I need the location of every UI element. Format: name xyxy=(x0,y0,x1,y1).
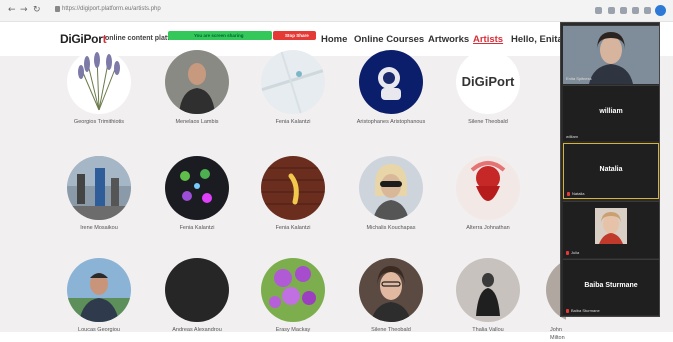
artist-avatar xyxy=(359,156,423,220)
artist-avatar xyxy=(165,156,229,220)
sidebar-icon[interactable] xyxy=(644,7,651,14)
artist-name: Georgios Trimithiotis xyxy=(73,119,125,125)
stop-share-button[interactable]: Stop Share xyxy=(273,31,316,40)
mic-muted-icon xyxy=(566,250,569,255)
artist-avatar xyxy=(261,258,325,322)
avatar-logo-text: DiGiPort xyxy=(462,74,515,89)
participant-video-tile[interactable]: Julia xyxy=(563,201,659,258)
participant-tile[interactable]: william william xyxy=(563,85,659,141)
artist-avatar xyxy=(165,258,229,322)
artist-avatar xyxy=(67,156,131,220)
artist-name: Silene Theobald xyxy=(468,119,508,125)
artist-name: Thalia Vallou xyxy=(472,327,504,333)
artist-avatar xyxy=(261,156,325,220)
participant-name: Natalia xyxy=(599,166,623,173)
artist-card[interactable]: Fenia Kalantzi xyxy=(157,156,237,232)
artist-card[interactable]: Irene Mosaikou xyxy=(59,156,139,232)
artist-card[interactable]: Erasy Mackay xyxy=(253,258,333,334)
artist-avatar xyxy=(261,50,325,114)
artist-avatar xyxy=(456,258,520,322)
participant-tile-active-speaker[interactable]: Natalia Natalia xyxy=(563,143,659,199)
artist-name: Irene Mosaikou xyxy=(80,225,118,231)
participant-label: Baiba Sturmane xyxy=(571,308,600,313)
artist-card[interactable]: Andreas Alexandrou xyxy=(157,258,237,334)
artist-card[interactable]: Menelaos Lambis xyxy=(157,50,237,126)
participant-label: Julia xyxy=(571,250,580,255)
artist-card[interactable]: Aristophanes Aristophanous xyxy=(351,50,431,126)
artist-name: Loucas Georgiou xyxy=(78,327,120,333)
mic-muted-icon xyxy=(566,308,569,313)
artist-card[interactable]: Fenia Kalantzi xyxy=(253,156,333,232)
artist-card[interactable]: Alterra Johnathan xyxy=(448,156,528,232)
nav-artists[interactable]: Artists xyxy=(473,34,503,45)
participant-name: william xyxy=(599,108,623,115)
artist-card[interactable]: Georgios Trimithiotis xyxy=(59,50,139,126)
share-icon[interactable] xyxy=(595,7,602,14)
reload-icon[interactable]: ↻ xyxy=(33,5,41,15)
site-logo[interactable]: DiGiPort xyxy=(60,32,107,46)
artist-name: Alterra Johnathan xyxy=(466,225,510,231)
artist-card[interactable]: DiGiPort Silene Theobald xyxy=(448,50,528,126)
artist-name: Aristophanes Aristophanous xyxy=(356,119,426,125)
artist-avatar xyxy=(456,156,520,220)
artist-name: Fenia Kalantzi xyxy=(275,119,311,125)
artist-card[interactable]: Fenia Kalantzi xyxy=(253,50,333,126)
artist-name: Fenia Kalantzi xyxy=(275,225,311,231)
participant-tile[interactable]: Baiba Sturmane Baiba Sturmane xyxy=(563,259,659,315)
artist-card[interactable]: Silene Theobald xyxy=(351,258,431,334)
nav-user-greeting[interactable]: Hello, Enita xyxy=(511,34,563,45)
forward-icon[interactable]: → xyxy=(20,5,28,15)
extension-icon[interactable] xyxy=(620,7,627,14)
artist-avatar xyxy=(359,50,423,114)
profile-avatar[interactable] xyxy=(655,5,666,16)
nav-home[interactable]: Home xyxy=(321,34,347,45)
artist-name: Menelaos Lambis xyxy=(175,119,219,125)
lock-icon xyxy=(55,6,60,12)
artist-avatar xyxy=(67,258,131,322)
back-icon[interactable]: ← xyxy=(8,5,16,15)
artist-avatar xyxy=(165,50,229,114)
address-bar[interactable]: https://digiport.platform.eu/artists.php xyxy=(62,6,161,12)
participant-label: Enita Spitness xyxy=(566,76,592,81)
browser-toolbar: ← → ↻ https://digiport.platform.eu/artis… xyxy=(0,0,673,22)
artist-name: Andreas Alexandrou xyxy=(172,327,222,333)
meeting-participants-panel: Enita Spitness william william Natalia N… xyxy=(560,22,660,317)
artist-name: Silene Theobald xyxy=(371,327,411,333)
artist-name: John Milton xyxy=(550,327,565,341)
star-icon[interactable] xyxy=(608,7,615,14)
puzzle-icon[interactable] xyxy=(632,7,639,14)
artist-card[interactable]: Thalia Vallou xyxy=(448,258,528,334)
participant-video-tile[interactable]: Enita Spitness xyxy=(563,25,659,84)
participant-label: Natalia xyxy=(572,191,585,196)
artist-avatar: DiGiPort xyxy=(456,50,520,114)
artist-avatar xyxy=(359,258,423,322)
mic-muted-icon xyxy=(567,191,570,196)
participant-name: Baiba Sturmane xyxy=(584,282,638,289)
artist-card[interactable]: Michalis Kouchapas xyxy=(351,156,431,232)
screen-sharing-banner: You are screen sharing xyxy=(168,31,272,40)
artist-name: Michalis Kouchapas xyxy=(366,225,416,231)
artist-name: Fenia Kalantzi xyxy=(179,225,215,231)
nav-online-courses[interactable]: Online Courses xyxy=(354,34,424,45)
artist-avatar xyxy=(67,50,131,114)
artist-card[interactable]: Loucas Georgiou xyxy=(59,258,139,334)
nav-artworks[interactable]: Artworks xyxy=(428,34,469,45)
participant-label: william xyxy=(566,134,578,139)
artist-name: Erasy Mackay xyxy=(275,327,311,333)
